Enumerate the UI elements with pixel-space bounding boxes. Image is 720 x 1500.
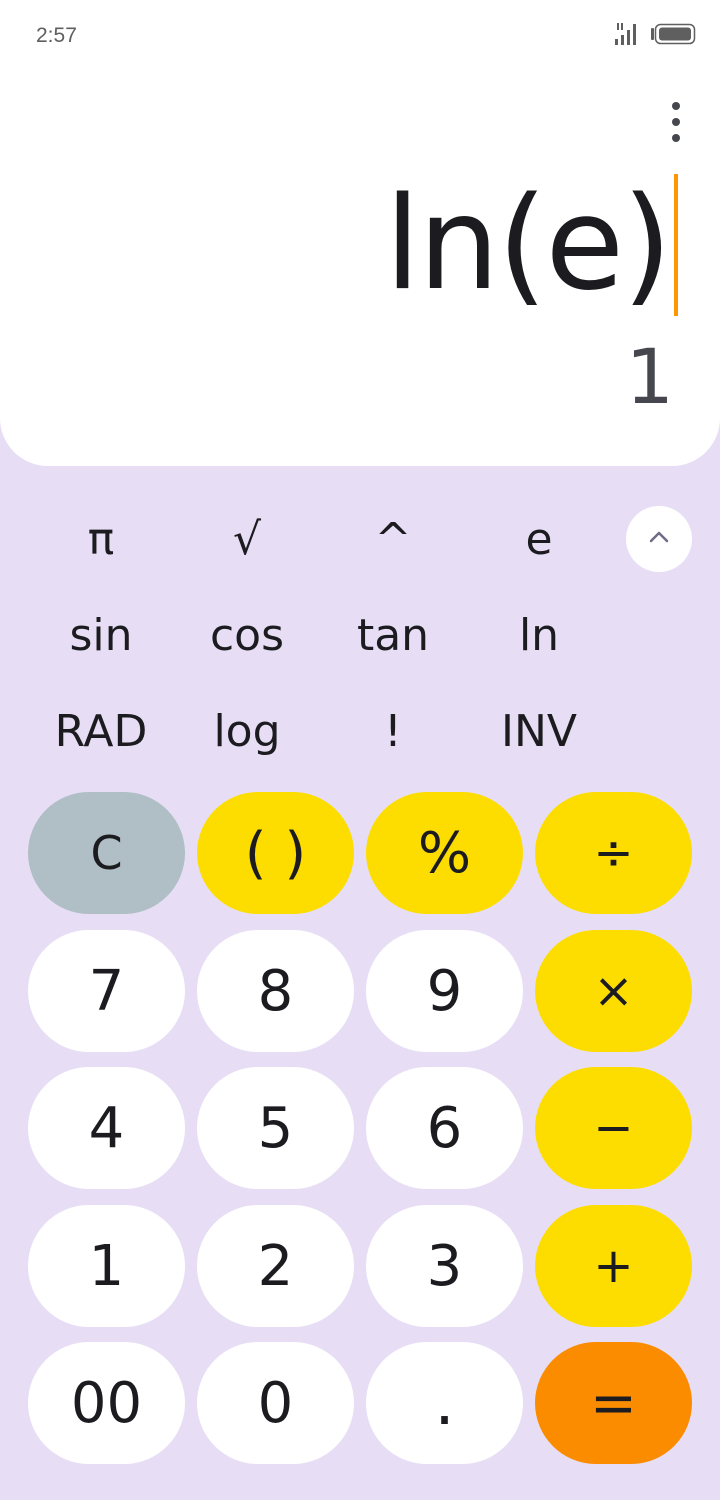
text-cursor xyxy=(674,174,678,316)
pi-key[interactable]: π xyxy=(28,494,174,584)
scientific-row-1: π √ ^ e xyxy=(0,494,720,584)
status-icons xyxy=(614,22,696,51)
divide-button[interactable]: ÷ xyxy=(535,792,692,914)
scientific-row-3: RAD log ! INV xyxy=(0,686,720,776)
digit-0-button[interactable]: 0 xyxy=(197,1342,354,1464)
power-key[interactable]: ^ xyxy=(320,494,466,584)
equals-button[interactable]: = xyxy=(535,1342,692,1464)
digit-4-button[interactable]: 4 xyxy=(28,1067,185,1189)
clear-button[interactable]: C xyxy=(28,792,185,914)
battery-icon xyxy=(650,23,696,50)
subtract-button[interactable]: − xyxy=(535,1067,692,1189)
expression-field[interactable]: ln(e) xyxy=(385,170,678,320)
chevron-up-icon xyxy=(648,530,670,549)
rad-key[interactable]: RAD xyxy=(28,686,174,776)
collapse-scientific-button[interactable] xyxy=(626,506,692,572)
expression-text: ln(e) xyxy=(384,170,672,319)
digit-3-button[interactable]: 3 xyxy=(366,1205,523,1327)
digit-1-button[interactable]: 1 xyxy=(28,1205,185,1327)
digit-8-button[interactable]: 8 xyxy=(197,930,354,1052)
digit-9-button[interactable]: 9 xyxy=(366,930,523,1052)
multiply-button[interactable]: × xyxy=(535,930,692,1052)
digit-7-button[interactable]: 7 xyxy=(28,930,185,1052)
e-key[interactable]: e xyxy=(466,494,612,584)
decimal-point-button[interactable]: . xyxy=(366,1342,523,1464)
sqrt-key[interactable]: √ xyxy=(174,494,320,584)
more-options-icon[interactable] xyxy=(662,102,690,142)
scientific-row-2: sin cos tan ln xyxy=(0,590,720,680)
parentheses-button[interactable]: ( ) xyxy=(197,792,354,914)
sin-key[interactable]: sin xyxy=(28,590,174,680)
digit-5-button[interactable]: 5 xyxy=(197,1067,354,1189)
status-time: 2:57 xyxy=(36,24,77,47)
display-panel: ln(e) 1 xyxy=(0,70,720,466)
add-button[interactable]: + xyxy=(535,1205,692,1327)
tan-key[interactable]: tan xyxy=(320,590,466,680)
double-zero-button[interactable]: 00 xyxy=(28,1342,185,1464)
inv-key[interactable]: INV xyxy=(466,686,612,776)
log-key[interactable]: log xyxy=(174,686,320,776)
ln-key[interactable]: ln xyxy=(466,590,612,680)
factorial-key[interactable]: ! xyxy=(320,686,466,776)
percent-button[interactable]: % xyxy=(366,792,523,914)
signal-icon xyxy=(614,22,640,51)
status-bar: 2:57 xyxy=(0,0,720,70)
cos-key[interactable]: cos xyxy=(174,590,320,680)
result-text: 1 xyxy=(625,332,674,421)
digit-2-button[interactable]: 2 xyxy=(197,1205,354,1327)
digit-6-button[interactable]: 6 xyxy=(366,1067,523,1189)
